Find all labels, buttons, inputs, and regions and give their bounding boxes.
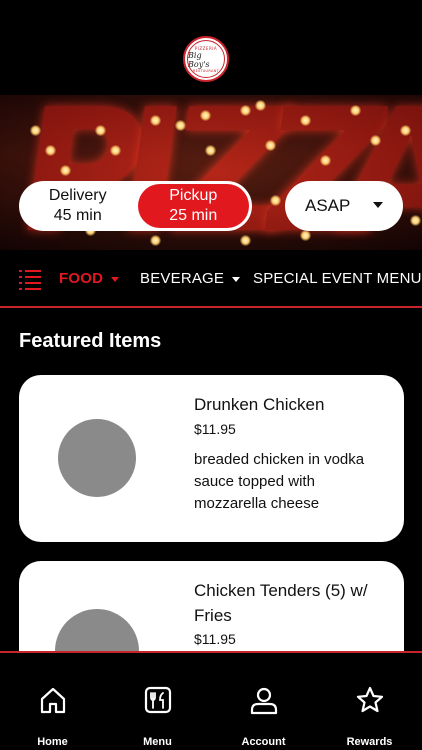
restaurant-logo[interactable]: PIZZERIA Big Boy's RESTAURANT xyxy=(183,36,229,82)
logo-main-text: Big Boy's xyxy=(188,50,210,69)
nav-menu[interactable]: Menu xyxy=(105,653,210,750)
marquee-bulb xyxy=(270,195,281,206)
marquee-bulb xyxy=(400,125,411,136)
pickup-label: Pickup xyxy=(169,187,218,204)
category-tab-label: FOOD xyxy=(59,270,104,287)
marquee-bulb xyxy=(30,125,41,136)
app-header: PIZZERIA Big Boy's RESTAURANT xyxy=(0,0,422,95)
marquee-bulb xyxy=(95,125,106,136)
marquee-bulb xyxy=(205,145,216,156)
marquee-bulb xyxy=(255,100,266,111)
item-description: breaded chicken in vodka sauce topped wi… xyxy=(194,451,365,512)
order-mode-toggle: Delivery 45 min Pickup 25 min xyxy=(19,181,252,231)
nav-rewards[interactable]: Rewards xyxy=(317,653,422,750)
item-name: Drunken Chicken xyxy=(194,395,325,414)
featured-items-title: Featured Items xyxy=(19,330,162,352)
caret-down-icon xyxy=(232,276,241,282)
home-icon xyxy=(40,687,66,714)
marquee-bulb xyxy=(240,105,251,116)
pickup-time: 25 min xyxy=(169,207,218,224)
marquee-bulb xyxy=(200,110,211,121)
pickup-option[interactable]: Pickup 25 min xyxy=(137,184,249,228)
marquee-bulb xyxy=(60,165,71,176)
category-list-icon[interactable] xyxy=(19,269,41,290)
nav-home-label: Home xyxy=(37,736,68,748)
marquee-bulb xyxy=(110,145,121,156)
nav-rewards-label: Rewards xyxy=(346,736,393,748)
nav-home[interactable]: Home xyxy=(0,653,105,750)
order-time-value: ASAP xyxy=(305,196,351,215)
bottom-tab-bar: Home Menu Account Rewards xyxy=(0,651,422,750)
category-tab-label: SPECIAL EVENT MENU xyxy=(253,270,422,287)
delivery-label: Delivery xyxy=(48,187,107,204)
item-price: $11.95 xyxy=(194,421,236,437)
caret-down-icon xyxy=(111,276,120,282)
marquee-bulb xyxy=(350,105,361,116)
category-tab-label: BEVERAGE xyxy=(140,270,225,287)
category-tab-beverage[interactable]: BEVERAGE xyxy=(140,270,241,287)
marquee-bulb xyxy=(300,115,311,126)
caret-down-icon xyxy=(373,202,383,208)
item-price: $11.95 xyxy=(194,631,236,647)
marquee-bulb xyxy=(300,230,311,241)
marquee-bulb xyxy=(240,235,251,246)
category-nav: FOOD BEVERAGE SPECIAL EVENT MENU xyxy=(0,250,422,308)
delivery-option[interactable]: Delivery 45 min xyxy=(22,184,134,228)
star-icon xyxy=(356,686,384,713)
marquee-bulb xyxy=(150,115,161,126)
category-tab-special-event[interactable]: SPECIAL EVENT MENU xyxy=(253,270,422,287)
item-image-placeholder xyxy=(58,419,136,497)
category-tab-food[interactable]: FOOD xyxy=(59,270,120,287)
marquee-bulb xyxy=(265,140,276,151)
marquee-bulb xyxy=(320,155,331,166)
marquee-bulb xyxy=(370,135,381,146)
marquee-bulb xyxy=(150,235,161,246)
nav-menu-label: Menu xyxy=(143,736,172,748)
nav-account[interactable]: Account xyxy=(211,653,316,750)
marquee-bulb xyxy=(45,145,56,156)
nav-account-label: Account xyxy=(241,736,286,748)
account-icon xyxy=(250,687,278,715)
marquee-bulb xyxy=(410,215,421,226)
menu-utensils-icon xyxy=(144,686,172,714)
marquee-bulb xyxy=(175,120,186,131)
order-time-select[interactable]: ASAP xyxy=(285,181,403,231)
item-name: Chicken Tenders (5) w/ Fries xyxy=(194,581,368,625)
delivery-time: 45 min xyxy=(53,207,102,224)
logo-bottom-text: RESTAURANT xyxy=(192,68,220,73)
featured-item-card[interactable]: Drunken Chicken $11.95 breaded chicken i… xyxy=(19,375,404,542)
